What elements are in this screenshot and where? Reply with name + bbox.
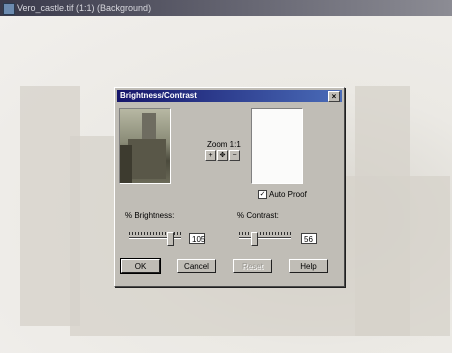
zoom-in-button[interactable]: + (205, 150, 216, 161)
zoom-label: Zoom 1:1 (207, 140, 241, 149)
brightness-contrast-dialog: Brightness/Contrast × Zoom 1:1 + ✥ − ✓ Au… (114, 87, 345, 287)
cancel-button[interactable]: Cancel (177, 259, 216, 273)
document-title: Vero_castle.tif (1:1) (Background) (17, 3, 152, 13)
contrast-slider-track (239, 237, 291, 239)
close-button[interactable]: × (328, 91, 340, 102)
before-preview[interactable] (119, 108, 171, 184)
ok-button[interactable]: OK (120, 258, 161, 274)
reset-button[interactable]: Reset (233, 259, 272, 273)
contrast-label: % Contrast: (237, 211, 279, 220)
app-icon (3, 3, 15, 15)
pan-button[interactable]: ✥ (217, 150, 228, 161)
contrast-value-field[interactable]: 56 (301, 233, 317, 244)
auto-proof-option[interactable]: ✓ Auto Proof (258, 190, 307, 200)
dialog-titlebar[interactable]: Brightness/Contrast × (117, 90, 342, 102)
brightness-label: % Brightness: (125, 211, 175, 220)
brightness-slider-thumb[interactable] (167, 232, 174, 246)
help-button[interactable]: Help (289, 259, 328, 273)
brightness-slider[interactable] (129, 231, 185, 246)
document-titlebar[interactable]: Vero_castle.tif (1:1) (Background) (0, 0, 452, 16)
auto-proof-checkbox[interactable]: ✓ (258, 190, 267, 200)
after-preview[interactable] (251, 108, 303, 184)
preview-castle-wall (128, 139, 166, 179)
brightness-value-field[interactable]: 105 (189, 233, 205, 244)
preview-tree (120, 145, 132, 183)
contrast-slider-thumb[interactable] (251, 232, 258, 246)
contrast-slider[interactable] (239, 231, 295, 246)
dialog-title: Brightness/Contrast (120, 91, 197, 100)
zoom-out-button[interactable]: − (229, 150, 240, 161)
contrast-slider-ticks (239, 232, 291, 235)
auto-proof-label: Auto Proof (269, 190, 307, 199)
